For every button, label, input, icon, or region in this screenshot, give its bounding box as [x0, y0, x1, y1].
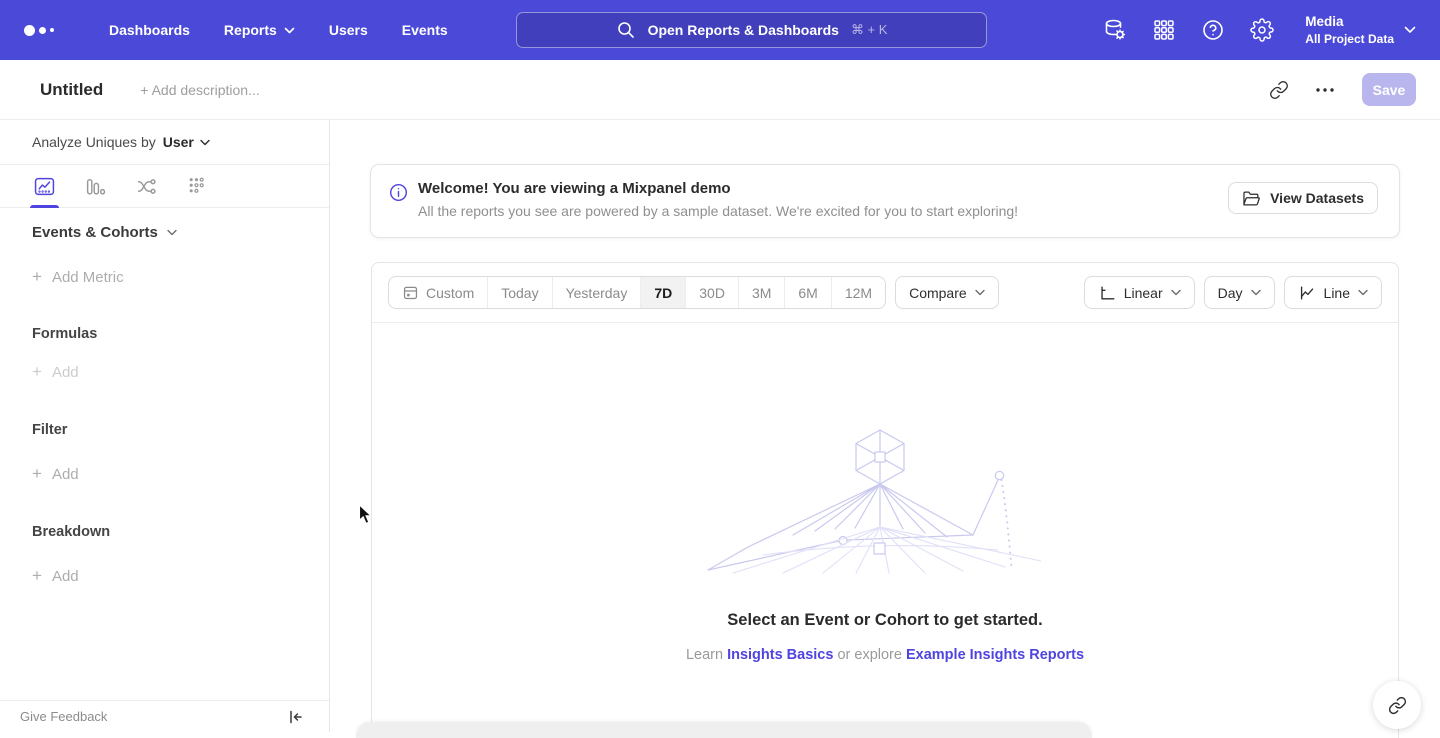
project-name: Media [1305, 13, 1394, 31]
chevron-down-icon [167, 229, 177, 236]
range-30d[interactable]: 30D [686, 277, 739, 308]
tab-insights[interactable] [32, 165, 57, 207]
project-scope: All Project Data [1305, 31, 1394, 47]
help-icon[interactable] [1201, 18, 1225, 42]
bar-chart-tab-icon [85, 176, 106, 197]
breakdown-section-label: Breakdown [32, 524, 110, 540]
range-custom[interactable]: Custom [389, 277, 488, 308]
bottom-panel-edge [356, 722, 1092, 738]
floating-link-button[interactable] [1373, 681, 1421, 729]
data-management-icon[interactable] [1103, 18, 1127, 42]
analyze-by-dropdown[interactable]: User [163, 134, 210, 150]
chevron-down-icon [1171, 289, 1181, 296]
link-icon [1269, 80, 1289, 100]
empty-state-links: Learn Insights Basics or explore Example… [686, 647, 1084, 663]
link-icon [1388, 696, 1407, 715]
tab-bar-chart[interactable] [83, 165, 108, 207]
plus-icon: + [32, 566, 42, 586]
plus-icon: + [32, 362, 42, 382]
nav-dashboards[interactable]: Dashboards [92, 0, 207, 60]
banner-subtitle: All the reports you see are powered by a… [418, 203, 1018, 219]
report-header: Untitled + Add description... Save [0, 60, 1440, 120]
range-today[interactable]: Today [488, 277, 552, 308]
flows-tab-icon [136, 176, 157, 197]
calendar-icon [402, 284, 419, 301]
mixpanel-logo[interactable] [24, 25, 60, 36]
primary-nav: Dashboards Reports Users Events [92, 0, 465, 60]
save-button[interactable]: Save [1362, 73, 1416, 106]
chevron-down-icon [1404, 26, 1416, 34]
view-datasets-button[interactable]: View Datasets [1228, 182, 1378, 214]
filter-section-label: Filter [32, 422, 67, 438]
collapse-sidebar-button[interactable] [287, 709, 303, 725]
range-12m[interactable]: 12M [832, 277, 885, 308]
events-cohorts-section[interactable]: Events & Cohorts [32, 224, 177, 241]
topnav-right: Media All Project Data [1103, 13, 1416, 47]
top-navigation-bar: Dashboards Reports Users Events Open Rep… [0, 0, 1440, 60]
add-formula-button[interactable]: + Add [32, 362, 79, 382]
ellipsis-icon [1316, 88, 1334, 92]
add-metric-button[interactable]: + Add Metric [32, 267, 124, 287]
insights-basics-link[interactable]: Insights Basics [727, 647, 833, 663]
line-chart-icon [1298, 284, 1316, 302]
example-insights-reports-link[interactable]: Example Insights Reports [906, 647, 1084, 663]
chevron-down-icon [284, 27, 295, 34]
chart-type-dropdown[interactable]: Line [1284, 276, 1382, 309]
add-filter-button[interactable]: + Add [32, 464, 79, 484]
linear-scale-icon [1098, 284, 1116, 302]
range-6m[interactable]: 6M [785, 277, 831, 308]
add-description-field[interactable]: + Add description... [140, 82, 259, 98]
project-selector[interactable]: Media All Project Data [1305, 13, 1416, 47]
search-icon [616, 20, 636, 40]
banner-title: Welcome! You are viewing a Mixpanel demo [418, 180, 1018, 197]
empty-state-heading: Select an Event or Cohort to get started… [727, 611, 1042, 630]
line-chart-tab-icon [34, 176, 55, 197]
more-options-button[interactable] [1308, 73, 1342, 107]
plus-icon: + [32, 464, 42, 484]
chart-display-controls: Linear Day Line [1084, 276, 1382, 309]
nav-reports[interactable]: Reports [207, 0, 312, 60]
tab-retention[interactable] [185, 165, 210, 207]
info-icon [389, 183, 408, 202]
chevron-down-icon [1358, 289, 1368, 296]
interval-dropdown[interactable]: Day [1204, 276, 1275, 309]
report-chart-card: Custom Today Yesterday 7D 30D 3M 6M 12M … [371, 262, 1399, 738]
global-search[interactable]: Open Reports & Dashboards ⌘ + K [516, 12, 987, 48]
search-label: Open Reports & Dashboards [648, 22, 839, 38]
retention-tab-icon [187, 176, 208, 197]
visualization-tabs [0, 165, 329, 208]
add-breakdown-button[interactable]: + Add [32, 566, 79, 586]
collapse-left-icon [287, 709, 303, 725]
analyze-row: Analyze Uniques by User [0, 120, 329, 165]
sidebar-footer: Give Feedback [0, 700, 329, 732]
chevron-down-icon [1251, 289, 1261, 296]
demo-welcome-banner: Welcome! You are viewing a Mixpanel demo… [370, 164, 1400, 238]
settings-gear-icon[interactable] [1250, 18, 1274, 42]
scale-dropdown[interactable]: Linear [1084, 276, 1195, 309]
copy-link-button[interactable] [1262, 73, 1296, 107]
nav-users[interactable]: Users [312, 0, 385, 60]
plus-icon: + [32, 267, 42, 287]
formulas-section-label: Formulas [32, 326, 97, 342]
range-3m[interactable]: 3M [739, 277, 785, 308]
compare-dropdown[interactable]: Compare [895, 276, 999, 309]
report-title[interactable]: Untitled [40, 80, 103, 100]
chevron-down-icon [975, 289, 985, 296]
search-shortcut: ⌘ + K [851, 22, 888, 38]
tab-flows[interactable] [134, 165, 159, 207]
range-7d[interactable]: 7D [641, 277, 686, 308]
chevron-down-icon [200, 139, 210, 146]
nav-events[interactable]: Events [385, 0, 465, 60]
analyze-prefix-label: Analyze Uniques by [32, 134, 156, 150]
give-feedback-link[interactable]: Give Feedback [20, 709, 107, 724]
chart-controls: Custom Today Yesterday 7D 30D 3M 6M 12M … [372, 263, 1398, 323]
empty-state-illustration [693, 423, 1078, 575]
folder-icon [1242, 189, 1261, 208]
apps-grid-icon[interactable] [1152, 18, 1176, 42]
main-content: Welcome! You are viewing a Mixpanel demo… [330, 120, 1440, 732]
empty-state: Select an Event or Cohort to get started… [372, 323, 1398, 663]
query-builder-sidebar: Analyze Uniques by User [0, 120, 330, 732]
range-yesterday[interactable]: Yesterday [553, 277, 642, 308]
date-range-control: Custom Today Yesterday 7D 30D 3M 6M 12M [388, 276, 886, 309]
